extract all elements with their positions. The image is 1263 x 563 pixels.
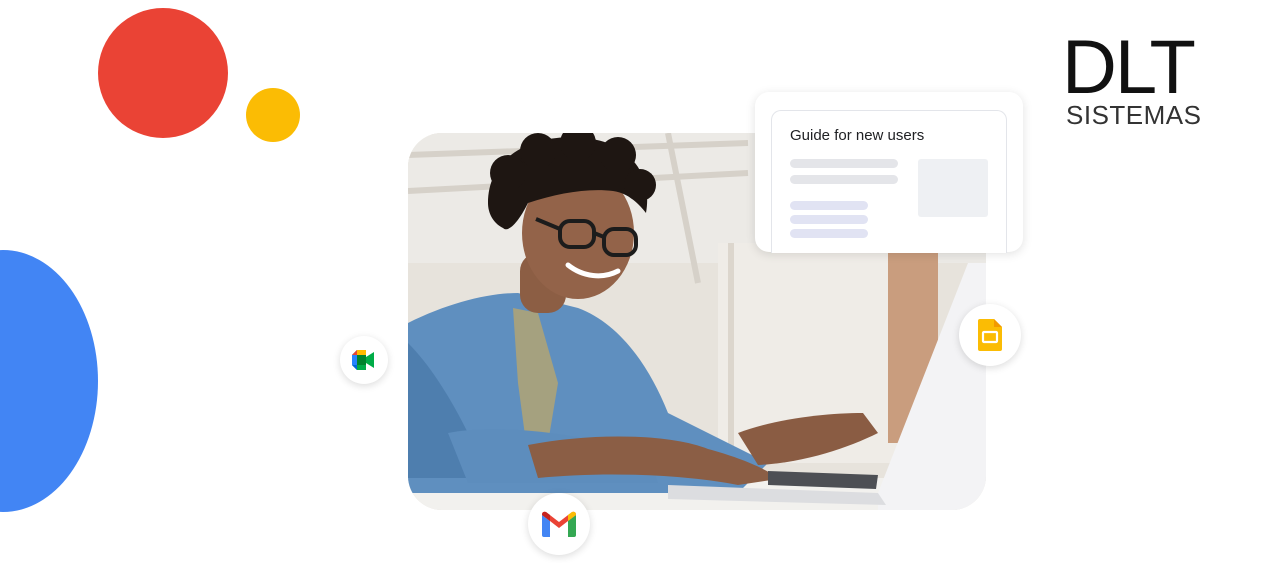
gmail-badge[interactable] — [528, 493, 590, 555]
placeholder-line — [790, 175, 898, 184]
placeholder-line — [790, 229, 868, 238]
google-slides-icon — [978, 319, 1002, 351]
yellow-circle-decoration — [246, 88, 300, 142]
guide-card-inner: Guide for new users — [771, 110, 1007, 253]
gmail-icon — [542, 511, 576, 537]
google-meet-badge[interactable] — [340, 336, 388, 384]
placeholder-image — [918, 159, 988, 217]
logo-main-text: DLT — [1062, 25, 1196, 110]
placeholder-line — [790, 159, 898, 168]
logo-sub-text: SISTEMAS — [1066, 100, 1202, 130]
dlt-sistemas-logo: DLT SISTEMAS — [1062, 25, 1212, 130]
placeholder-line — [790, 215, 868, 224]
google-slides-badge[interactable] — [959, 304, 1021, 366]
guide-card: Guide for new users — [755, 92, 1023, 253]
red-circle-decoration — [98, 8, 228, 138]
google-meet-icon — [352, 350, 374, 370]
guide-card-title: Guide for new users — [790, 127, 925, 144]
blue-half-circle-decoration — [0, 250, 98, 512]
placeholder-line — [790, 201, 868, 210]
